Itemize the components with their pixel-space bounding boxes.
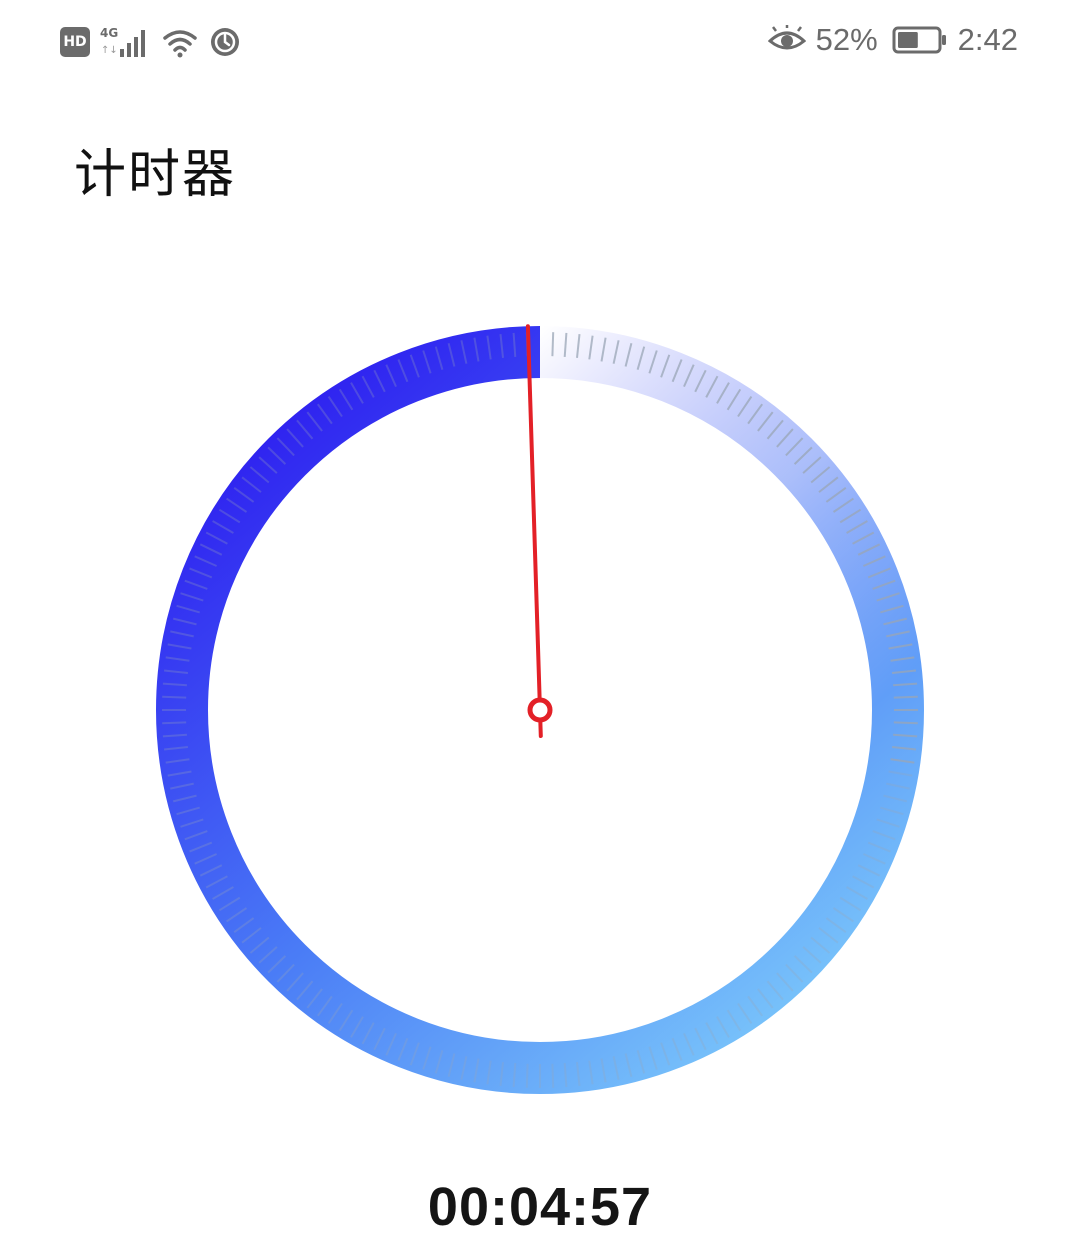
dial-tick [893, 721, 918, 725]
dial-tick [162, 721, 187, 725]
dial-tick [551, 332, 555, 357]
hand-hub [527, 697, 553, 723]
elapsed-time: 00:04:57 [427, 1177, 653, 1237]
dial-tick [893, 695, 918, 699]
timer-hand [525, 324, 553, 738]
progress-ring-fade [539, 325, 925, 744]
dial-tick [525, 1063, 529, 1088]
dial-tick [162, 695, 187, 699]
dial-tick [551, 1063, 555, 1088]
hand-needle [525, 324, 543, 738]
timer-dial [156, 324, 925, 1094]
